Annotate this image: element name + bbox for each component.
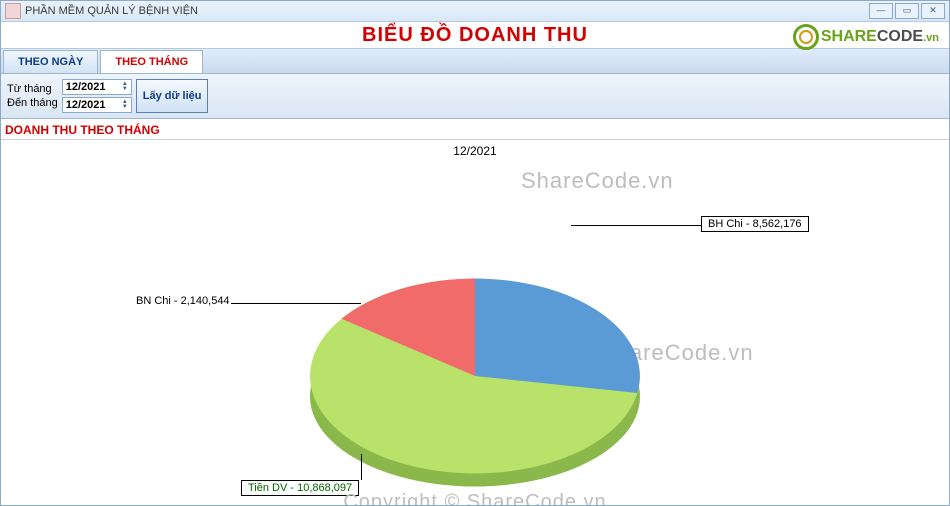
pie-top [310, 278, 640, 473]
watermark: ShareCode.vn [521, 168, 674, 194]
label-bh-chi: BH Chi - 8,562,176 [701, 216, 809, 232]
window-controls: — ▭ ✕ [869, 3, 945, 19]
to-month-input[interactable]: 12/2021 ▲▼ [62, 97, 132, 113]
window-title: PHẦN MỀM QUẢN LÝ BỆNH VIỆN [25, 5, 198, 17]
filter-labels: Từ tháng Đến tháng [7, 83, 58, 109]
maximize-button[interactable]: ▭ [895, 3, 919, 19]
callout-bn-chi: BN Chi - 2,140,544 [136, 295, 230, 307]
chart-area: 12/2021 ShareCode.vn ShareCode.vn [1, 140, 949, 506]
from-month-value: 12/2021 [66, 81, 106, 93]
titlebar: PHẦN MỀM QUẢN LÝ BỆNH VIỆN — ▭ ✕ [1, 1, 949, 22]
minimize-button[interactable]: — [869, 3, 893, 19]
page-title: BIỂU ĐỒ DOANH THU [362, 24, 588, 47]
app-window: PHẦN MỀM QUẢN LÝ BỆNH VIỆN — ▭ ✕ BIỂU ĐỒ… [0, 0, 950, 506]
tab-theo-ngay[interactable]: THEO NGÀY [3, 50, 98, 73]
page-header: BIỂU ĐỒ DOANH THU SHARECODE.vn [1, 22, 949, 49]
to-month-label: Đến tháng [7, 97, 58, 109]
sharecode-logo: SHARECODE.vn [793, 24, 939, 50]
spinner-icon[interactable]: ▲▼ [122, 82, 128, 92]
from-month-label: Từ tháng [7, 83, 58, 95]
logo-icon [793, 24, 819, 50]
chart-title: 12/2021 [1, 144, 949, 158]
section-title: DOANH THU THEO THÁNG [1, 119, 949, 140]
filter-inputs: 12/2021 ▲▼ 12/2021 ▲▼ [62, 79, 132, 113]
slice-bh-chi [475, 278, 640, 392]
from-month-input[interactable]: 12/2021 ▲▼ [62, 79, 132, 95]
app-icon [5, 3, 21, 19]
label-bn-chi: BN Chi - 2,140,544 [136, 295, 230, 307]
close-button[interactable]: ✕ [921, 3, 945, 19]
copyright-watermark: Copyright © ShareCode.vn [1, 491, 949, 506]
tabstrip: THEO NGÀY THEO THÁNG [1, 49, 949, 74]
filter-bar: Từ tháng Đến tháng 12/2021 ▲▼ 12/2021 ▲▼… [1, 74, 949, 119]
fetch-data-button[interactable]: Lấy dữ liệu [136, 79, 209, 113]
label-tien-dv: Tiền DV - 10,868,097 [241, 480, 359, 496]
tab-theo-thang[interactable]: THEO THÁNG [100, 50, 203, 73]
to-month-value: 12/2021 [66, 99, 106, 111]
callout-bh-chi: BH Chi - 8,562,176 [701, 216, 809, 232]
spinner-icon[interactable]: ▲▼ [122, 100, 128, 110]
callout-tien-dv: Tiền DV - 10,868,097 [241, 480, 359, 496]
pie-chart [310, 278, 640, 473]
